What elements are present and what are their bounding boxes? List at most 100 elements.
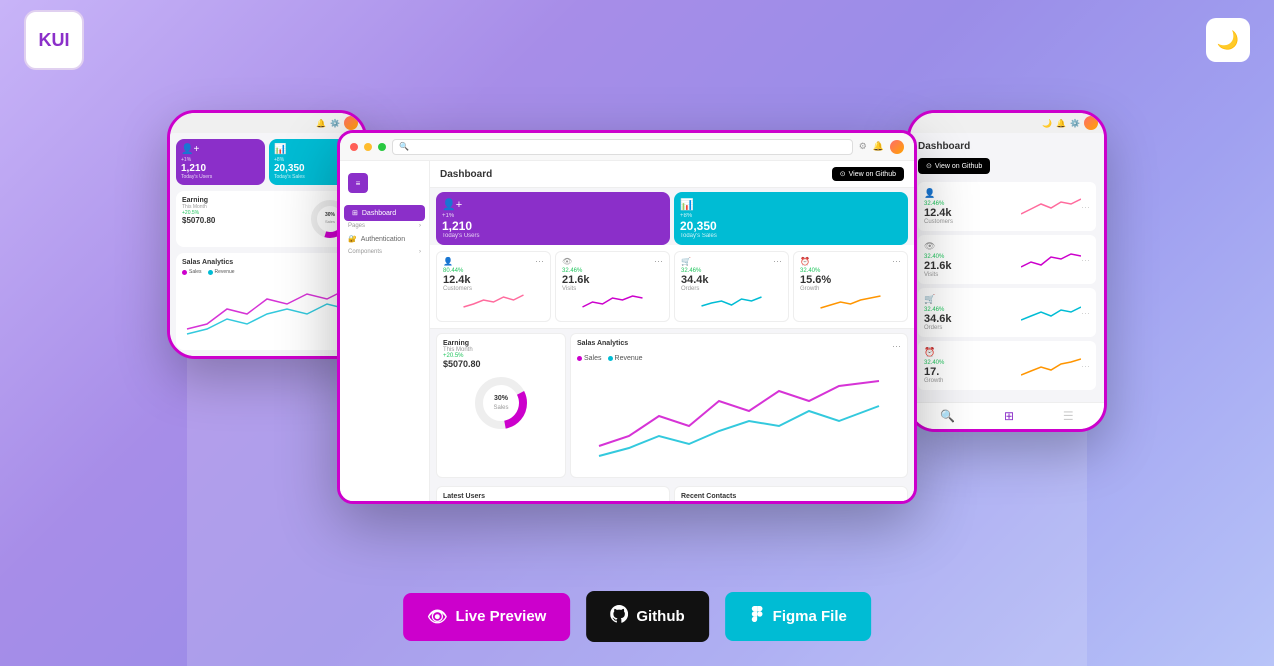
svg-text:30%: 30% bbox=[494, 395, 509, 402]
dashboard-sidebar: ≡ ⊞ Dashboard Pages › 🔐 Authentication bbox=[340, 161, 430, 501]
growth-menu[interactable]: ··· bbox=[892, 256, 901, 266]
github-logo-icon bbox=[610, 605, 628, 628]
sidebar-logo-text: ≡ bbox=[356, 179, 361, 188]
header: KUI 🌙 bbox=[0, 0, 1274, 80]
earning-title-center: Earning bbox=[443, 340, 559, 347]
live-preview-button[interactable]: 👁 Live Preview bbox=[403, 593, 570, 641]
dashboard-main-header: Dashboard ⊙ View on Github bbox=[430, 161, 914, 188]
dot-green bbox=[378, 143, 386, 151]
left-users-label: Today's Users bbox=[181, 174, 260, 180]
orders-icon: 🛒 bbox=[681, 257, 691, 266]
right-customers-value: 12.4k bbox=[924, 207, 1021, 219]
right-menu-icon[interactable]: ☰ bbox=[1063, 409, 1074, 423]
center-legend-sales: Sales bbox=[577, 355, 602, 362]
visits-icon: 👁 bbox=[562, 257, 572, 266]
svg-text:30%: 30% bbox=[325, 212, 336, 218]
devices-container: 🔔 ⚙️ 👤+ +1% 1,210 Today's Users 📊 +8 bbox=[0, 90, 1274, 666]
dot-red bbox=[350, 143, 358, 151]
visits-value: 21.6k bbox=[562, 274, 663, 286]
center-donut-chart: 30% Sales bbox=[471, 373, 531, 433]
left-analytics-card: Salas Analytics Sales Revenue bbox=[176, 253, 358, 350]
right-visits-menu[interactable]: ··· bbox=[1081, 255, 1090, 265]
sidebar-components[interactable]: Components › bbox=[340, 247, 429, 257]
right-stat-customers-left: 👤 32.46% 12.4k Customers bbox=[924, 188, 1021, 225]
sales-label: Sales bbox=[189, 269, 202, 275]
sales-card-center: 📊 +8% 20,350 Today's Sales bbox=[674, 192, 908, 245]
dashboard-body: ≡ ⊞ Dashboard Pages › 🔐 Authentication bbox=[340, 161, 914, 501]
revenue-label: Revenue bbox=[215, 269, 235, 275]
right-dash-body: Dashboard ⊙ View on Github 👤 32.46% 12.4… bbox=[910, 133, 1104, 402]
center-screen: 🔍 ⚙ 🔔 ≡ ⊞ Dashboard bbox=[337, 130, 917, 504]
github-label: Github bbox=[636, 608, 684, 625]
right-home-icon[interactable]: ⊞ bbox=[1004, 409, 1014, 423]
customers-value: 12.4k bbox=[443, 274, 544, 286]
figma-button[interactable]: Figma File bbox=[725, 592, 871, 641]
analytics-menu[interactable]: ··· bbox=[892, 341, 901, 351]
right-view-github-label: View on Github bbox=[935, 163, 982, 170]
bell-icon-left: 🔔 bbox=[316, 119, 326, 128]
right-stat-orders-left: 🛒 32.46% 34.6k Orders bbox=[924, 294, 1021, 331]
center-sales-dot bbox=[577, 356, 582, 361]
users-card-center: 👤+ +1% 1,210 Today's Users bbox=[436, 192, 670, 245]
right-growth-icon: ⏰ bbox=[924, 347, 1021, 358]
right-search-icon[interactable]: 🔍 bbox=[940, 409, 955, 423]
left-earning-card: Earning This Month +20.5% $5070.80 30% S… bbox=[176, 191, 358, 247]
recent-contacts-title: Recent Contacts bbox=[681, 493, 901, 500]
revenue-dot bbox=[208, 270, 213, 275]
bell-icon-right: 🔔 bbox=[1056, 119, 1066, 128]
sidebar-pages[interactable]: Pages › bbox=[340, 221, 429, 231]
center-revenue-text: Revenue bbox=[615, 355, 643, 362]
url-bar[interactable]: 🔍 bbox=[392, 139, 853, 155]
users-card-label: Today's Users bbox=[442, 233, 664, 239]
latest-users-title: Latest Users bbox=[443, 493, 663, 500]
tables-row: Latest Users Recent Contacts bbox=[430, 482, 914, 501]
users-icon: 👤+ bbox=[181, 144, 260, 155]
right-phone-screen: 🌙 🔔 ⚙️ Dashboard ⊙ View on Github 👤 32.4… bbox=[907, 110, 1107, 432]
moon-icon: 🌙 bbox=[1217, 30, 1239, 51]
customers-icon: 👤 bbox=[443, 257, 453, 266]
right-growth-wave bbox=[1021, 353, 1081, 378]
right-bottom-nav: 🔍 ⊞ ☰ bbox=[910, 402, 1104, 429]
analytics-title-center: Salas Analytics bbox=[577, 340, 628, 347]
stat-orders: 🛒 ··· 32.46% 34.4k Orders bbox=[674, 251, 789, 322]
users-card-icon: 👤+ bbox=[442, 198, 664, 211]
bottom-buttons: 👁 Live Preview Github Figma File bbox=[403, 591, 871, 642]
sidebar-item-auth[interactable]: 🔐 Authentication bbox=[340, 231, 429, 247]
recent-contacts-card: Recent Contacts bbox=[674, 486, 908, 501]
github-button[interactable]: Github bbox=[586, 591, 708, 642]
earning-amount-center: $5070.80 bbox=[443, 359, 559, 369]
logo: KUI bbox=[24, 10, 84, 70]
right-dash-title: Dashboard bbox=[918, 141, 1096, 152]
sidebar-pages-label: Pages bbox=[348, 223, 365, 229]
right-stat-visits: 👁 32.40% 21.6k Visits ··· bbox=[918, 235, 1096, 284]
right-phone: 🌙 🔔 ⚙️ Dashboard ⊙ View on Github 👤 32.4… bbox=[907, 110, 1107, 432]
stat-customers: 👤 ··· 80.44% 12.4k Customers bbox=[436, 251, 551, 322]
right-orders-value: 34.6k bbox=[924, 313, 1021, 325]
donut-container-center: 30% Sales bbox=[443, 373, 559, 433]
right-stat-growth: ⏰ 32.40% 17. Growth ··· bbox=[918, 341, 1096, 390]
customers-menu[interactable]: ··· bbox=[535, 256, 544, 266]
sidebar-components-label: Components bbox=[348, 249, 382, 255]
svg-text:Sales: Sales bbox=[325, 219, 335, 224]
growth-wave bbox=[800, 292, 901, 312]
browser-avatar bbox=[890, 140, 904, 154]
user-cards-row: 👤+ +1% 1,210 Today's Users 📊 +8% 20,350 … bbox=[430, 188, 914, 245]
orders-wave bbox=[681, 292, 782, 312]
center-legend-revenue: Revenue bbox=[608, 355, 643, 362]
right-customers-menu[interactable]: ··· bbox=[1081, 202, 1090, 212]
dot-yellow bbox=[364, 143, 372, 151]
logo-text: KUI bbox=[39, 30, 70, 51]
sidebar-item-dashboard[interactable]: ⊞ Dashboard bbox=[344, 205, 425, 221]
right-orders-menu[interactable]: ··· bbox=[1081, 308, 1090, 318]
right-customers-label: Customers bbox=[924, 219, 1021, 225]
figma-icon bbox=[749, 606, 765, 627]
right-stat-growth-left: ⏰ 32.40% 17. Growth bbox=[924, 347, 1021, 384]
view-github-button[interactable]: ⊙ View on Github bbox=[832, 167, 904, 181]
right-growth-menu[interactable]: ··· bbox=[1081, 361, 1090, 371]
dark-mode-button[interactable]: 🌙 bbox=[1206, 18, 1250, 62]
left-phone-body: 👤+ +1% 1,210 Today's Users 📊 +8% 20,350 … bbox=[170, 133, 364, 356]
browser-icon-1: ⚙ bbox=[859, 141, 867, 152]
visits-menu[interactable]: ··· bbox=[654, 256, 663, 266]
sales-card-pct: +8% bbox=[680, 213, 902, 219]
orders-menu[interactable]: ··· bbox=[773, 256, 782, 266]
